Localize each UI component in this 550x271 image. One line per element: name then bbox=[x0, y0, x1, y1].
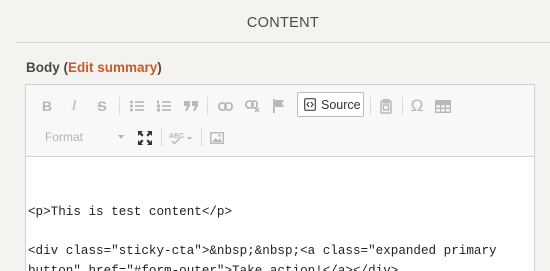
format-dropdown[interactable]: Format bbox=[36, 127, 124, 147]
link-icon bbox=[217, 101, 233, 111]
image-button[interactable] bbox=[206, 127, 228, 149]
maximize-icon bbox=[138, 131, 152, 145]
source-code-editor[interactable]: <p>This is test content</p> ​<div class="… bbox=[26, 158, 534, 271]
bulleted-list-icon bbox=[130, 100, 144, 112]
toolbar-separator bbox=[161, 128, 162, 146]
rich-text-editor: B I S Source Ω Format ABC <p>This is tes… bbox=[25, 84, 535, 271]
source-button[interactable]: Source bbox=[297, 92, 364, 117]
edit-summary-link[interactable]: Edit summary bbox=[68, 60, 157, 75]
section-title: CONTENT bbox=[246, 15, 320, 31]
code-line: <p>This is test content</p> bbox=[28, 205, 233, 219]
source-icon bbox=[304, 98, 316, 111]
unlink-button[interactable] bbox=[241, 95, 263, 117]
image-icon bbox=[210, 132, 224, 144]
link-button[interactable] bbox=[214, 95, 236, 117]
special-character-button[interactable]: Ω bbox=[406, 95, 428, 117]
field-label-text: Body bbox=[26, 60, 60, 75]
toolbar-separator bbox=[370, 97, 371, 115]
blockquote-button[interactable] bbox=[180, 95, 202, 117]
close-paren: ) bbox=[157, 60, 162, 75]
paste-button[interactable] bbox=[375, 95, 397, 117]
open-paren: ( bbox=[59, 60, 69, 75]
table-icon bbox=[435, 99, 451, 113]
toolbar-separator bbox=[402, 97, 403, 115]
code-line: ​ bbox=[28, 223, 532, 243]
source-label: Source bbox=[321, 97, 361, 112]
paste-icon bbox=[380, 98, 392, 114]
editor-toolbar: B I S Source Ω Format ABC bbox=[26, 85, 534, 157]
bold-button[interactable]: B bbox=[36, 95, 58, 117]
chevron-down-icon bbox=[118, 135, 124, 139]
numbered-list-button[interactable] bbox=[153, 95, 175, 117]
strikethrough-icon: S bbox=[97, 98, 107, 114]
flag-icon bbox=[273, 99, 284, 113]
code-line: <div class="sticky-cta">&nbsp;&nbsp;<a c… bbox=[28, 244, 505, 271]
unlink-icon bbox=[244, 100, 260, 112]
toolbar-separator bbox=[119, 97, 120, 115]
quote-icon bbox=[184, 101, 198, 111]
strikethrough-button[interactable]: S bbox=[91, 95, 113, 117]
bulleted-list-button[interactable] bbox=[126, 95, 148, 117]
bold-icon: B bbox=[41, 98, 53, 114]
italic-icon: I bbox=[71, 97, 77, 114]
svg-text:ABC: ABC bbox=[169, 133, 184, 140]
field-label: Body (Edit summary) bbox=[26, 60, 162, 75]
section-header: CONTENT bbox=[16, 0, 550, 43]
toolbar-separator bbox=[207, 97, 208, 115]
spellcheck-button[interactable]: ABC bbox=[167, 127, 195, 149]
toolbar-separator bbox=[201, 128, 202, 146]
omega-icon: Ω bbox=[410, 96, 424, 115]
table-button[interactable] bbox=[432, 95, 454, 117]
anchor-button[interactable] bbox=[268, 95, 290, 117]
maximize-button[interactable] bbox=[133, 127, 157, 149]
numbered-list-icon bbox=[157, 100, 171, 112]
format-label: Format bbox=[45, 130, 84, 144]
italic-button[interactable]: I bbox=[63, 95, 85, 117]
spellcheck-icon: ABC bbox=[169, 133, 192, 145]
